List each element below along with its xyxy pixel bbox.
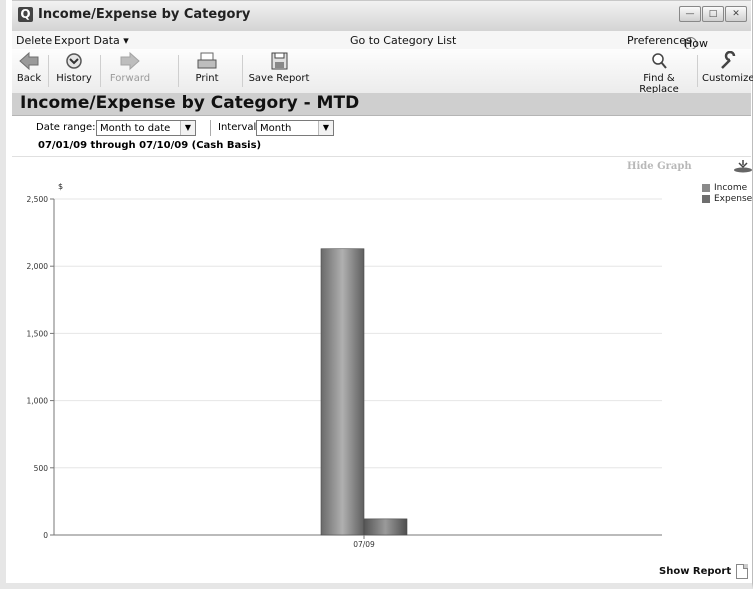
- toolbar-separator: [178, 55, 179, 87]
- save-report-label: Save Report: [248, 73, 310, 84]
- forward-arrow-icon: [119, 51, 141, 71]
- report-title: Income/Expense by Category - MTD: [20, 93, 360, 113]
- filter-separator: [210, 120, 211, 136]
- back-button[interactable]: Back: [14, 51, 44, 84]
- y-axis-label: $: [58, 182, 63, 191]
- toolbar-separator: [697, 55, 698, 87]
- toolbar-separator: [242, 55, 243, 87]
- bar-income: [320, 248, 365, 536]
- y-tick-label: 500: [34, 464, 49, 473]
- quicken-logo-icon: Q: [18, 7, 33, 22]
- history-button[interactable]: History: [52, 51, 96, 84]
- history-label: History: [56, 73, 92, 84]
- delete-menu[interactable]: Delete: [16, 34, 52, 47]
- bar-chart: $0 500 1,000 1,500 2,000 2,500 07/09: [27, 182, 662, 549]
- chevron-down-icon: ▼: [318, 121, 333, 135]
- forward-label: Forward: [109, 73, 151, 84]
- export-data-menu[interactable]: Export Data ▾: [54, 34, 129, 47]
- print-button[interactable]: Print: [190, 51, 224, 84]
- bar-expense: [363, 518, 408, 536]
- date-range-text: 07/01/09 through 07/10/09 (Cash Basis): [38, 140, 262, 151]
- y-tick-label: 2,500: [27, 195, 49, 204]
- toolbar-separator: [100, 55, 101, 87]
- magnifier-icon: [648, 51, 670, 71]
- report-window: Q Income/Expense by Category — □ ✕ Delet…: [0, 0, 753, 589]
- y-tick-label: 0: [43, 531, 48, 540]
- x-tick-label: 07/09: [353, 540, 375, 549]
- go-to-category-list-link[interactable]: Go to Category List: [350, 34, 456, 47]
- date-range-label: Date range:: [36, 122, 96, 133]
- back-label: Back: [16, 73, 42, 84]
- printer-icon: [196, 51, 218, 71]
- report-header: Income/Expense by Category - MTD: [12, 93, 751, 116]
- forward-button[interactable]: Forward: [104, 51, 156, 84]
- back-arrow-icon: [18, 51, 40, 71]
- date-range-select[interactable]: Month to date ▼: [96, 120, 196, 136]
- window-controls: — □ ✕: [679, 6, 747, 22]
- floppy-disk-icon: [268, 51, 290, 71]
- show-report-button[interactable]: Show Report: [659, 566, 731, 577]
- toolbar: Back History Forward Print Save Report F…: [12, 49, 753, 95]
- document-icon[interactable]: [736, 564, 748, 579]
- preferences-menu[interactable]: Preferences: [627, 34, 692, 47]
- close-button[interactable]: ✕: [725, 6, 747, 22]
- toolbar-separator: [48, 55, 49, 87]
- wrench-icon: [717, 50, 739, 71]
- chevron-down-icon: ▼: [180, 121, 195, 135]
- print-label: Print: [195, 73, 219, 84]
- y-tick-label: 1,000: [27, 397, 49, 406]
- minimize-button[interactable]: —: [679, 6, 701, 22]
- find-replace-button[interactable]: Find & Replace: [624, 51, 694, 95]
- maximize-button[interactable]: □: [702, 6, 724, 22]
- y-tick-label: 1,500: [27, 329, 49, 338]
- menu-bar: Delete Export Data ▾ Go to Category List…: [12, 31, 751, 76]
- save-report-button[interactable]: Save Report: [248, 51, 310, 84]
- customize-label: Customize: [702, 73, 753, 84]
- interval-label: Interval:: [218, 122, 260, 133]
- interval-value: Month: [260, 123, 292, 134]
- history-icon: [63, 51, 85, 71]
- y-tick-label: 2,000: [27, 262, 49, 271]
- interval-select[interactable]: Month ▼: [256, 120, 334, 136]
- report-filters: Date range: Month to date ▼ Interval: Mo…: [12, 116, 751, 156]
- date-range-value: Month to date: [100, 123, 171, 134]
- find-replace-label: Find & Replace: [639, 73, 679, 95]
- title-bar: Q Income/Expense by Category — □ ✕: [12, 0, 751, 31]
- customize-button[interactable]: Customize: [702, 50, 753, 84]
- window-title: Income/Expense by Category: [38, 7, 251, 22]
